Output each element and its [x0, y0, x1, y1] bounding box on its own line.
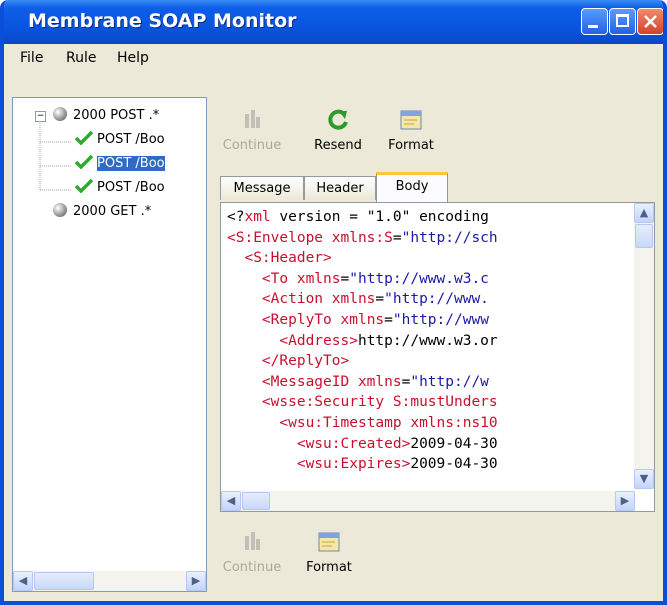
tree-exchange-label: POST /Boo	[97, 180, 165, 195]
menu-bar: File Rule Help	[4, 44, 663, 74]
code-line: <Address>http://www.w3.or	[279, 332, 498, 349]
rule-status-icon	[53, 107, 67, 121]
minimize-icon	[588, 25, 598, 28]
tab-header[interactable]: Header	[304, 176, 376, 200]
code-line: <wsu:Timestamp xmlns:ns10	[279, 414, 498, 431]
tree-rule-label: 2000 POST .*	[73, 108, 160, 123]
code-line: <Action xmlns="http://www.	[261, 291, 489, 308]
scroll-left-button[interactable]: ◀	[221, 491, 241, 511]
tree-exchange-label: POST /Boo	[97, 156, 165, 171]
scroll-thumb[interactable]	[242, 492, 270, 510]
tree-exchange[interactable]: POST /Boo	[75, 179, 165, 201]
tree-rule-post[interactable]: 2000 POST .*	[53, 107, 159, 129]
scroll-up-button[interactable]: ▲	[634, 203, 654, 223]
menu-file[interactable]: File	[20, 50, 43, 66]
rules-tree[interactable]: − 2000 POST .* POST /Boo POST /Boo POST …	[12, 97, 207, 592]
tree-horizontal-scrollbar[interactable]: ◀ ▶	[13, 571, 206, 591]
scroll-thumb[interactable]	[635, 224, 653, 248]
format-icon	[318, 532, 340, 552]
code-line: <S:Header>	[244, 250, 332, 267]
scroll-down-button[interactable]: ▼	[634, 469, 654, 489]
checkmark-icon	[75, 131, 93, 145]
code-line: <MessageID xmlns="http://w	[261, 373, 489, 390]
code-line: </ReplyTo>	[261, 353, 350, 370]
minimize-button[interactable]	[581, 8, 608, 35]
tab-message[interactable]: Message	[220, 176, 304, 200]
resend-button[interactable]: Resend	[303, 108, 373, 153]
body-editor[interactable]: <?xml version = "1.0" encoding <S:Envelop…	[220, 202, 655, 512]
continue-label: Continue	[222, 138, 282, 153]
editor-vertical-scrollbar[interactable]: ▲ ▼	[634, 203, 654, 489]
code-line: <wsse:Security S:mustUnders	[261, 394, 498, 411]
tab-body[interactable]: Body	[376, 172, 448, 202]
resend-icon	[328, 109, 348, 130]
tree-exchange-label: POST /Boo	[97, 132, 165, 147]
scroll-thumb[interactable]	[34, 572, 94, 590]
code-line: <wsu:Expires>2009-04-30	[296, 456, 498, 473]
title-bar[interactable]: Membrane SOAP Monitor	[4, 0, 663, 44]
tree-exchange-selected[interactable]: POST /Boo	[75, 155, 165, 177]
scroll-right-button[interactable]: ▶	[615, 491, 635, 511]
code-line: <wsu:Created>2009-04-30	[296, 435, 498, 452]
rule-status-icon	[53, 203, 67, 217]
tree-exchange[interactable]: POST /Boo	[75, 131, 165, 153]
code-line: <To xmlns="http://www.w3.c	[261, 270, 489, 287]
checkmark-icon	[75, 179, 93, 193]
format-icon	[400, 110, 422, 130]
continue-button-bottom[interactable]: Continue	[217, 530, 287, 575]
editor-horizontal-scrollbar[interactable]: ◀ ▶	[221, 491, 635, 511]
tree-rule-get[interactable]: 2000 GET .*	[53, 203, 151, 225]
checkmark-icon	[75, 155, 93, 169]
tree-rule-label: 2000 GET .*	[73, 204, 152, 219]
continue-icon	[245, 532, 260, 550]
maximize-icon	[616, 14, 629, 27]
continue-button[interactable]: Continue	[217, 108, 287, 153]
menu-rule[interactable]: Rule	[66, 50, 96, 66]
maximize-button[interactable]	[609, 8, 636, 35]
close-icon	[644, 15, 657, 28]
format-button-bottom[interactable]: Format	[294, 530, 364, 575]
xml-body-text[interactable]: <?xml version = "1.0" encoding <S:Envelop…	[227, 207, 498, 475]
app-window: Membrane SOAP Monitor File Rule Help − 2…	[0, 0, 667, 605]
code-line: <S:Envelope xmlns:S="http://sch	[227, 229, 498, 246]
scroll-right-button[interactable]: ▶	[186, 571, 206, 591]
window-title: Membrane SOAP Monitor	[28, 10, 297, 32]
menu-help[interactable]: Help	[117, 50, 149, 66]
format-label: Format	[306, 560, 352, 575]
continue-label: Continue	[222, 560, 282, 575]
code-line: <ReplyTo xmlns="http://www	[261, 311, 489, 328]
resend-label: Resend	[314, 138, 362, 153]
collapse-toggle[interactable]: −	[35, 111, 46, 122]
code-line: <?xml version = "1.0" encoding	[227, 209, 489, 225]
format-label: Format	[388, 138, 434, 153]
close-button[interactable]	[637, 8, 663, 35]
scroll-left-button[interactable]: ◀	[13, 571, 33, 591]
continue-icon	[245, 110, 260, 128]
format-button[interactable]: Format	[376, 108, 446, 153]
